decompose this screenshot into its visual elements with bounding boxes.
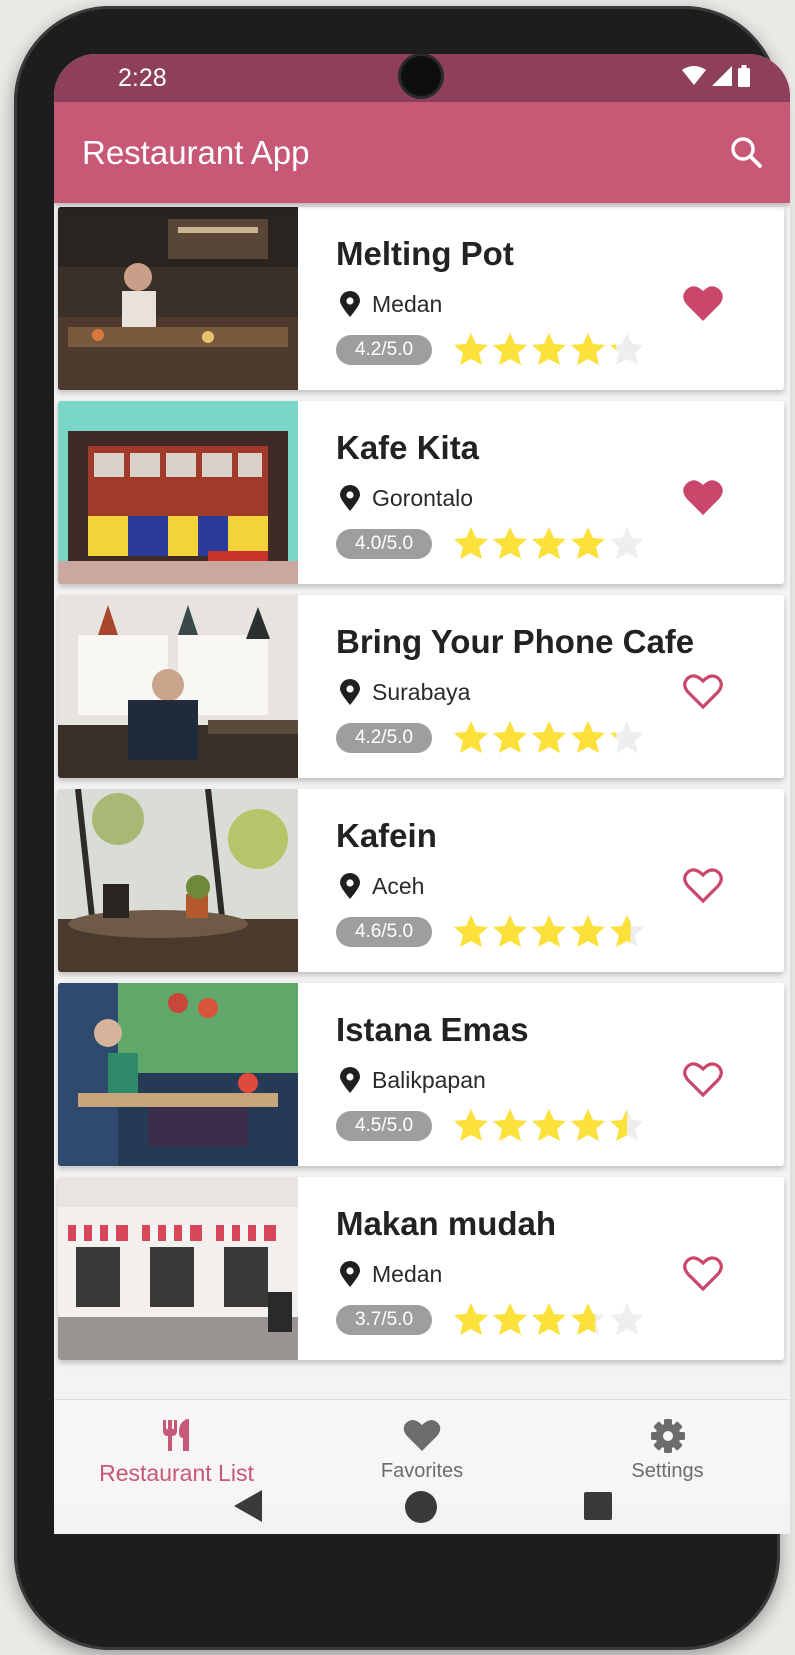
star-rating xyxy=(454,915,643,947)
signal-icon xyxy=(712,66,732,86)
star-rating xyxy=(454,721,643,753)
restaurant-thumbnail xyxy=(58,595,298,778)
front-camera xyxy=(401,56,441,96)
recents-square-icon[interactable] xyxy=(584,1492,612,1520)
restaurant-card[interactable]: Istana Emas Balikpapan 4.5/5.0 xyxy=(58,983,784,1166)
rating-badge: 4.0/5.0 xyxy=(336,529,432,559)
restaurant-thumbnail xyxy=(58,401,298,584)
star-rating xyxy=(454,1303,643,1335)
status-bar: 2:28 xyxy=(54,54,790,102)
restaurant-card[interactable]: Kafein Aceh 4.6/5.0 xyxy=(58,789,784,972)
restaurant-city: Balikpapan xyxy=(372,1067,486,1093)
favorite-outline-heart-icon[interactable] xyxy=(682,671,724,711)
location-pin-icon xyxy=(340,291,360,317)
restaurant-name: Makan mudah xyxy=(336,1205,557,1242)
restaurant-name: Kafein xyxy=(336,817,437,854)
status-icons xyxy=(682,65,750,87)
favorite-outline-heart-icon[interactable] xyxy=(682,1059,724,1099)
favorite-outline-heart-icon[interactable] xyxy=(682,1253,724,1293)
screen: 2:28 Restaurant App Melting Pot Medan 4.2/… xyxy=(54,54,790,1534)
restaurant-city: Medan xyxy=(372,1261,443,1287)
app-title: Restaurant App xyxy=(82,134,310,171)
favorite-filled-heart-icon[interactable] xyxy=(682,477,724,517)
system-navigation-bar xyxy=(54,1454,790,1584)
rating-badge: 4.6/5.0 xyxy=(336,917,432,947)
star-rating xyxy=(454,333,643,365)
restaurant-city: Medan xyxy=(372,291,443,317)
restaurant-thumbnail xyxy=(58,207,298,390)
location-pin-icon xyxy=(340,1067,360,1093)
restaurant-name: Melting Pot xyxy=(336,235,514,272)
rating-badge: 3.7/5.0 xyxy=(336,1305,432,1335)
status-time: 2:28 xyxy=(118,64,167,92)
restaurant-name: Kafe Kita xyxy=(336,429,480,466)
back-triangle-icon[interactable] xyxy=(234,1490,264,1522)
restaurant-name: Bring Your Phone Cafe xyxy=(336,623,695,660)
rating-badge: 4.2/5.0 xyxy=(336,335,432,365)
star-rating xyxy=(454,527,643,559)
location-pin-icon xyxy=(340,679,360,705)
restaurant-name: Istana Emas xyxy=(336,1011,529,1048)
restaurant-card[interactable]: Bring Your Phone Cafe Surabaya 4.2/5.0 xyxy=(58,595,784,778)
location-pin-icon xyxy=(340,485,360,511)
wifi-icon xyxy=(682,66,706,85)
restaurant-icon xyxy=(162,1419,189,1451)
battery-icon xyxy=(738,65,750,87)
home-circle-icon[interactable] xyxy=(404,1490,438,1524)
gear-icon xyxy=(650,1419,685,1453)
star-rating xyxy=(454,1109,643,1141)
restaurant-card[interactable]: Kafe Kita Gorontalo 4.0/5.0 xyxy=(58,401,784,584)
location-pin-icon xyxy=(340,1261,360,1287)
restaurant-list[interactable]: Melting Pot Medan 4.2/5.0 Kafe Kita Gorontal… xyxy=(54,203,790,1470)
phone-frame: 2:28 Restaurant App Melting Pot Medan 4.2/… xyxy=(14,6,790,1650)
favorite-filled-heart-icon[interactable] xyxy=(682,283,724,323)
location-pin-icon xyxy=(340,873,360,899)
rating-badge: 4.2/5.0 xyxy=(336,723,432,753)
heart-icon xyxy=(403,1419,441,1451)
restaurant-city: Gorontalo xyxy=(372,485,474,511)
search-icon[interactable] xyxy=(726,132,768,174)
rating-badge: 4.5/5.0 xyxy=(336,1111,432,1141)
restaurant-thumbnail xyxy=(58,983,298,1166)
restaurant-thumbnail xyxy=(58,789,298,972)
restaurant-card[interactable]: Makan mudah Medan 3.7/5.0 xyxy=(58,1177,784,1360)
restaurant-card[interactable]: Melting Pot Medan 4.2/5.0 xyxy=(58,207,784,390)
restaurant-city: Surabaya xyxy=(372,679,471,705)
favorite-outline-heart-icon[interactable] xyxy=(682,865,724,905)
restaurant-thumbnail xyxy=(58,1177,298,1360)
app-bar: Restaurant App xyxy=(54,102,790,203)
restaurant-city: Aceh xyxy=(372,873,425,899)
